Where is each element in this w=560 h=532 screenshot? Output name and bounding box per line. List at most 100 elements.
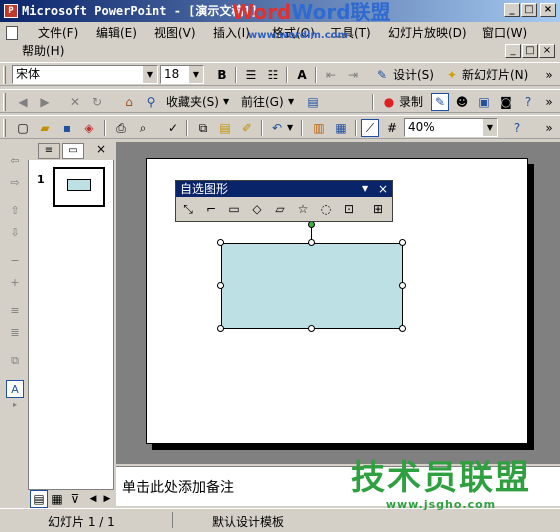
- user-icon[interactable]: ☻: [453, 93, 471, 111]
- promote-icon[interactable]: ⇦: [6, 152, 24, 170]
- show-grid-icon[interactable]: #: [383, 119, 401, 137]
- chevron-down-icon[interactable]: ▼: [287, 119, 293, 137]
- callout-icon[interactable]: ◌: [317, 200, 335, 218]
- show-web-toolbar-icon[interactable]: ▤: [304, 93, 322, 111]
- design-button[interactable]: 设计(S): [393, 66, 434, 84]
- chevron-down-icon[interactable]: ▼: [223, 93, 229, 111]
- new-slide-icon[interactable]: ✦: [443, 66, 461, 84]
- toolbar-options-icon[interactable]: »: [540, 66, 558, 84]
- menu-window[interactable]: 窗口(W): [478, 24, 531, 42]
- summary-slide-icon[interactable]: ⧉: [6, 352, 24, 370]
- collapse-all-icon[interactable]: ≡: [6, 302, 24, 320]
- back-icon[interactable]: ◀: [14, 93, 32, 111]
- print-preview-icon[interactable]: ⌕: [134, 119, 152, 137]
- design-icon[interactable]: ✎: [373, 66, 391, 84]
- resize-handle-top-right[interactable]: [399, 239, 406, 246]
- autoshapes-toolbar-title-bar[interactable]: 自选图形 ▼ ×: [176, 181, 392, 197]
- menu-slideshow[interactable]: 幻灯片放映(D): [384, 24, 471, 42]
- selected-rectangle-shape[interactable]: [221, 243, 403, 329]
- copy-icon[interactable]: ⧉: [194, 119, 212, 137]
- doc-restore-button[interactable]: □: [522, 44, 538, 58]
- move-up-icon[interactable]: ⇧: [6, 202, 24, 220]
- chevron-down-icon[interactable]: ▼: [143, 66, 157, 83]
- toolbar-options-icon[interactable]: ▸: [6, 400, 24, 410]
- close-button[interactable]: ×: [540, 3, 556, 17]
- chevron-down-icon[interactable]: ▼: [483, 119, 497, 136]
- home-icon[interactable]: ⌂: [120, 93, 138, 111]
- record-icon[interactable]: ●: [380, 93, 398, 111]
- show-formatting-icon[interactable]: A: [6, 380, 24, 398]
- increase-font-icon[interactable]: A: [293, 66, 311, 84]
- numbered-list-icon[interactable]: ☰: [242, 66, 260, 84]
- scroll-right-icon[interactable]: ▶: [98, 490, 116, 508]
- toolbar-options-icon[interactable]: »: [540, 93, 558, 111]
- new-document-icon[interactable]: ▢: [14, 119, 32, 137]
- print-icon[interactable]: ⎙: [112, 119, 130, 137]
- data-icon[interactable]: ▱: [271, 200, 289, 218]
- resize-handle-bottom-right[interactable]: [399, 325, 406, 332]
- bold-button[interactable]: B: [213, 66, 231, 84]
- menu-edit[interactable]: 编辑(E): [92, 24, 141, 42]
- close-panel-icon[interactable]: ×: [96, 142, 106, 156]
- refresh-icon[interactable]: ↻: [88, 93, 106, 111]
- flowchart-icon[interactable]: ⊡: [340, 200, 358, 218]
- pen-icon[interactable]: ✎: [431, 93, 449, 111]
- toolbar-grip[interactable]: [3, 93, 6, 111]
- resize-handle-top-left[interactable]: [217, 239, 224, 246]
- meeting-icon[interactable]: ◙: [497, 93, 515, 111]
- expand-icon[interactable]: +: [6, 274, 24, 292]
- process-icon[interactable]: ▭: [225, 200, 243, 218]
- decrease-indent-icon[interactable]: ⇤: [322, 66, 340, 84]
- more-autoshapes-icon[interactable]: ⊞: [369, 200, 387, 218]
- chevron-down-icon[interactable]: ▼: [189, 66, 203, 83]
- powerpoint-app-icon[interactable]: P: [4, 4, 18, 18]
- doc-minimize-button[interactable]: _: [505, 44, 521, 58]
- autoshapes-floating-toolbar[interactable]: 自选图形 ▼ × ⤡ ⌐ ▭ ◇ ▱ ☆ ◌ ⊡ ⊞: [175, 180, 393, 222]
- stop-icon[interactable]: ✕: [66, 93, 84, 111]
- increase-indent-icon[interactable]: ⇥: [344, 66, 362, 84]
- restore-button[interactable]: □: [521, 3, 537, 17]
- help-icon[interactable]: ?: [508, 119, 526, 137]
- save-icon[interactable]: ▪: [58, 119, 76, 137]
- demote-icon[interactable]: ⇨: [6, 174, 24, 192]
- normal-view-icon[interactable]: ▤: [30, 490, 48, 508]
- favorites-menu[interactable]: 收藏夹(S): [166, 93, 219, 111]
- insert-table-icon[interactable]: ▦: [332, 119, 350, 137]
- star-icon[interactable]: ☆: [294, 200, 312, 218]
- connector-icon[interactable]: ⤡: [179, 200, 197, 218]
- drawing-icon[interactable]: ⟋: [361, 119, 379, 137]
- elbow-connector-icon[interactable]: ⌐: [202, 200, 220, 218]
- paste-icon[interactable]: ▤: [216, 119, 234, 137]
- resize-handle-left[interactable]: [217, 282, 224, 289]
- tab-outline[interactable]: ≡: [38, 143, 60, 159]
- slide-sorter-view-icon[interactable]: ▦: [48, 490, 66, 508]
- zoom-combo[interactable]: 40% ▼: [404, 118, 498, 137]
- slideshow-view-icon[interactable]: ⊽: [66, 490, 84, 508]
- resize-handle-bottom[interactable]: [308, 325, 315, 332]
- menu-help[interactable]: 帮助(H): [18, 42, 68, 60]
- open-folder-icon[interactable]: ▰: [36, 119, 54, 137]
- doc-close-button[interactable]: ×: [539, 44, 555, 58]
- monitor-icon[interactable]: ▣: [475, 93, 493, 111]
- chevron-down-icon[interactable]: ▼: [362, 181, 368, 197]
- menu-view[interactable]: 视图(V): [150, 24, 200, 42]
- font-size-combo[interactable]: 18 ▼: [160, 65, 204, 84]
- chevron-down-icon[interactable]: ▼: [288, 93, 294, 111]
- rotation-handle[interactable]: [308, 221, 315, 228]
- new-slide-button[interactable]: 新幻灯片(N): [462, 66, 528, 84]
- help-icon[interactable]: ?: [519, 93, 537, 111]
- move-down-icon[interactable]: ⇩: [6, 224, 24, 242]
- font-name-combo[interactable]: 宋体 ▼: [12, 65, 158, 84]
- close-icon[interactable]: ×: [378, 181, 388, 197]
- search-icon[interactable]: ⚲: [142, 93, 160, 111]
- expand-all-icon[interactable]: ≣: [6, 324, 24, 342]
- go-menu[interactable]: 前往(G): [241, 93, 284, 111]
- undo-icon[interactable]: ↶: [268, 119, 286, 137]
- resize-handle-right[interactable]: [399, 282, 406, 289]
- document-icon[interactable]: [6, 26, 18, 40]
- forward-icon[interactable]: ▶: [36, 93, 54, 111]
- notes-placeholder[interactable]: 单击此处添加备注: [122, 477, 234, 497]
- permission-icon[interactable]: ◈: [80, 119, 98, 137]
- resize-handle-top[interactable]: [308, 239, 315, 246]
- toolbar-grip[interactable]: [3, 119, 6, 137]
